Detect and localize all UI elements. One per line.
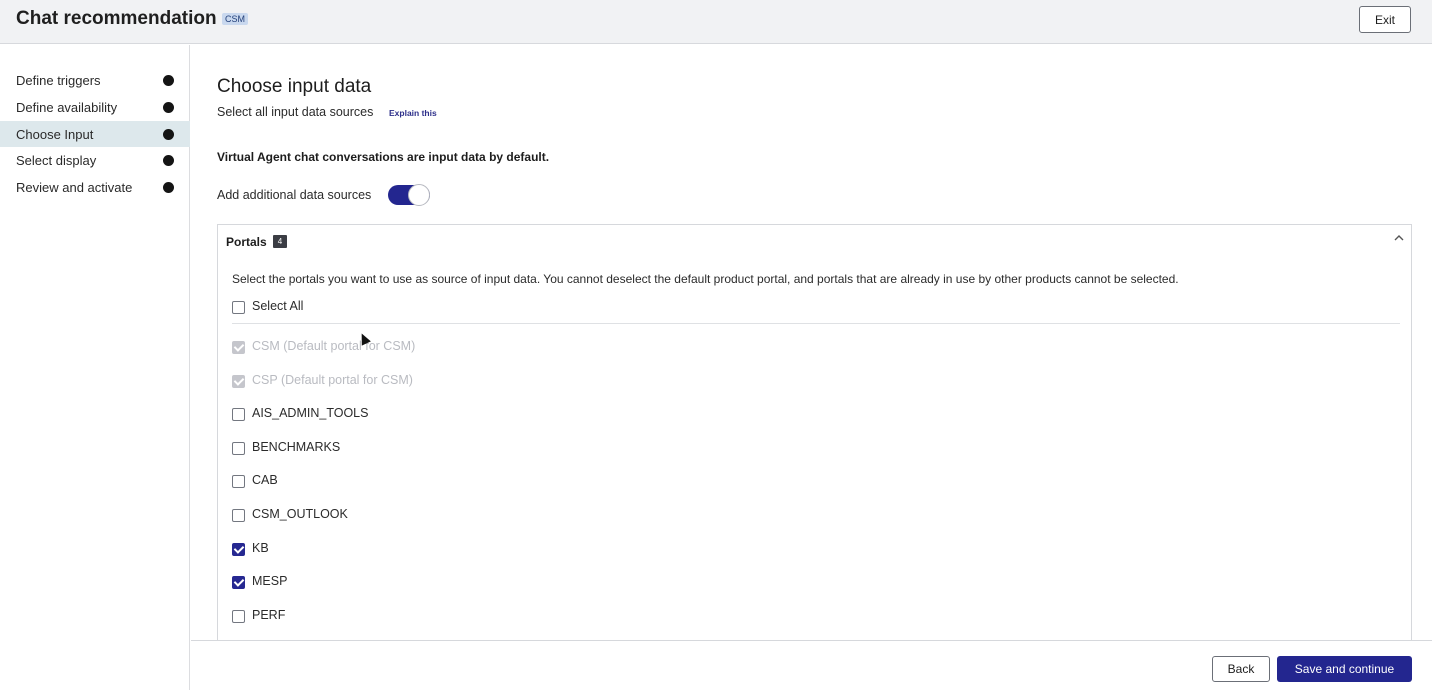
portal-label: CAB — [252, 473, 278, 487]
back-button[interactable]: Back — [1212, 656, 1270, 682]
portal-label: AIS_ADMIN_TOOLS — [252, 406, 369, 420]
step-label: Review and activate — [16, 180, 133, 195]
portal-label: PERF — [252, 608, 286, 622]
footer-bar: Back Save and continue — [191, 640, 1432, 690]
product-badge: CSM — [222, 13, 248, 25]
additional-sources-label: Add additional data sources — [217, 188, 372, 202]
app-title: Chat recommendation — [16, 8, 217, 29]
select-all-label: Select All — [252, 299, 304, 313]
additional-sources-toggle[interactable] — [388, 184, 430, 206]
checkbox-box — [232, 341, 245, 354]
checkbox-box[interactable] — [232, 543, 245, 556]
checkbox-box[interactable] — [232, 442, 245, 455]
checkbox-box[interactable] — [232, 610, 245, 623]
step-complete-icon — [163, 102, 174, 113]
checkbox-box[interactable] — [232, 301, 245, 314]
step-choose-input[interactable]: Choose Input — [0, 121, 190, 147]
step-complete-icon — [163, 155, 174, 166]
portal-label: KB — [252, 541, 269, 555]
portals-panel: Portals 4 Select the portals you want to… — [217, 224, 1412, 640]
chevron-up-icon[interactable] — [1393, 231, 1405, 247]
portals-title: Portals — [226, 235, 267, 249]
checkbox-box[interactable] — [232, 408, 245, 421]
step-label: Define availability — [16, 100, 118, 115]
checkbox-box — [232, 375, 245, 388]
step-review-and-activate[interactable]: Review and activate — [0, 174, 190, 200]
step-define-availability[interactable]: Define availability — [0, 94, 190, 120]
divider — [232, 323, 1400, 324]
checkbox-box[interactable] — [232, 509, 245, 522]
step-label: Select display — [16, 153, 97, 168]
main-content: Choose input data Select all input data … — [191, 45, 1432, 640]
step-current-icon — [163, 129, 174, 140]
portal-label: MESP — [252, 574, 288, 588]
app-header: Chat recommendation CSM Exit — [0, 0, 1432, 44]
step-label: Choose Input — [16, 127, 94, 142]
exit-button[interactable]: Exit — [1359, 6, 1411, 33]
steps-sidebar: Define triggers Define availability Choo… — [0, 45, 190, 690]
checkbox-box[interactable] — [232, 475, 245, 488]
step-complete-icon — [163, 182, 174, 193]
portal-label: CSM (Default portal for CSM) — [252, 339, 416, 353]
step-define-triggers[interactable]: Define triggers — [0, 67, 190, 93]
step-complete-icon — [163, 75, 174, 86]
step-label: Define triggers — [16, 73, 101, 88]
portals-count-badge: 4 — [273, 235, 287, 248]
toggle-knob — [408, 184, 430, 206]
virtual-agent-note: Virtual Agent chat conversations are inp… — [217, 150, 550, 164]
explain-this-link[interactable]: Explain this — [389, 108, 437, 118]
portal-label: BENCHMARKS — [252, 440, 341, 454]
portals-description: Select the portals you want to use as so… — [232, 272, 1179, 286]
portal-label: CSP (Default portal for CSM) — [252, 373, 413, 387]
portal-label: CSM_OUTLOOK — [252, 507, 348, 521]
page-title: Choose input data — [217, 76, 372, 97]
checkbox-box[interactable] — [232, 576, 245, 589]
save-and-continue-button[interactable]: Save and continue — [1277, 656, 1412, 682]
step-select-display[interactable]: Select display — [0, 147, 190, 173]
page-subtitle: Select all input data sources — [217, 105, 374, 119]
